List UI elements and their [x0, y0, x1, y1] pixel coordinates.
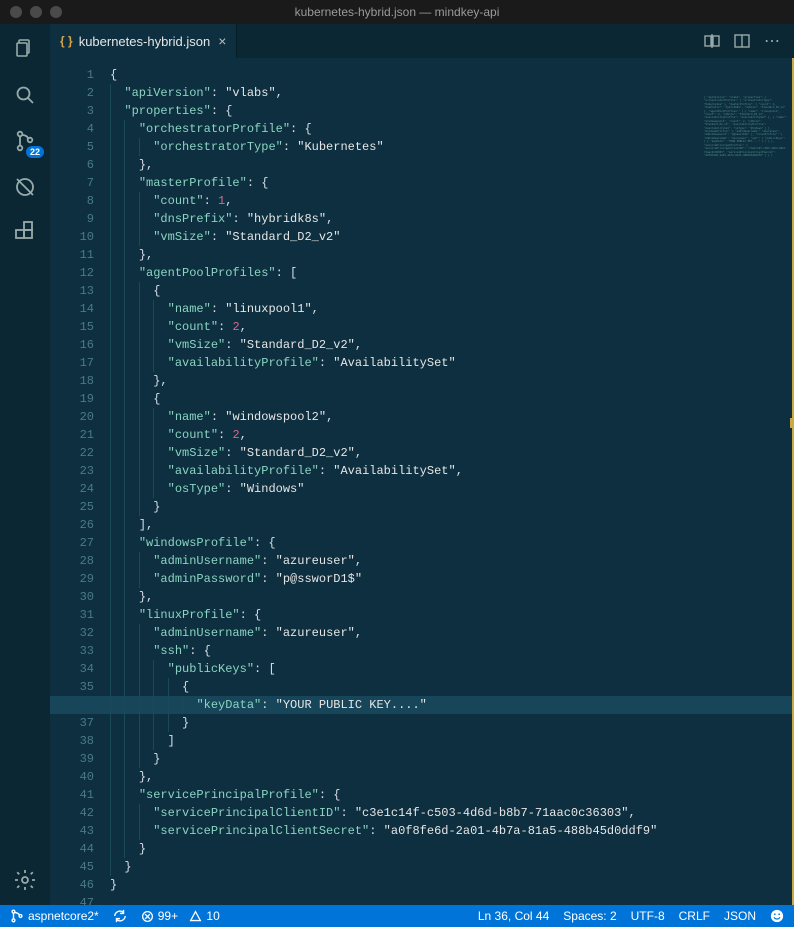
git-branch-item[interactable]: aspnetcore2*: [10, 909, 99, 923]
settings-gear-icon[interactable]: [12, 867, 38, 893]
editor-toolbar: ⋯: [704, 24, 794, 58]
source-control-icon[interactable]: 22: [12, 128, 38, 154]
editor-area: { } kubernetes-hybrid.json × ⋯ 123456789…: [50, 24, 794, 905]
problems-item[interactable]: 99+ 10: [141, 909, 220, 923]
scm-badge: 22: [26, 146, 44, 158]
debug-icon[interactable]: [12, 174, 38, 200]
tab-close-icon[interactable]: ×: [218, 33, 226, 49]
statusbar: aspnetcore2* 99+ 10 Ln 36, Col 44 Spaces…: [0, 905, 794, 927]
sync-icon[interactable]: [113, 909, 127, 923]
code-editor[interactable]: 1234567891011121314151617181920212223242…: [50, 58, 794, 905]
explorer-icon[interactable]: [12, 36, 38, 62]
window-controls: [10, 6, 62, 18]
feedback-icon[interactable]: [770, 909, 784, 923]
window-close-button[interactable]: [10, 6, 22, 18]
indentation[interactable]: Spaces: 2: [563, 909, 616, 923]
cursor-position[interactable]: Ln 36, Col 44: [478, 909, 549, 923]
language-mode[interactable]: JSON: [724, 909, 756, 923]
more-actions-icon[interactable]: ⋯: [764, 31, 780, 51]
window-minimize-button[interactable]: [30, 6, 42, 18]
window-zoom-button[interactable]: [50, 6, 62, 18]
json-file-icon: { }: [60, 34, 73, 48]
extensions-icon[interactable]: [12, 220, 38, 246]
tab-label: kubernetes-hybrid.json: [79, 34, 211, 49]
tab-kubernetes-hybrid[interactable]: { } kubernetes-hybrid.json ×: [50, 24, 237, 58]
warning-count: 10: [206, 909, 219, 923]
titlebar: kubernetes-hybrid.json — mindkey-api: [0, 0, 794, 24]
error-count: 99+: [158, 909, 178, 923]
window-title: kubernetes-hybrid.json — mindkey-api: [295, 5, 500, 19]
compare-changes-icon[interactable]: [704, 33, 720, 49]
activitybar: 22: [0, 24, 50, 905]
code-content[interactable]: { "apiVersion": "vlabs", "properties": {…: [110, 58, 794, 905]
search-icon[interactable]: [12, 82, 38, 108]
line-number-gutter: 1234567891011121314151617181920212223242…: [50, 58, 110, 905]
tabbar: { } kubernetes-hybrid.json × ⋯: [50, 24, 794, 58]
branch-name: aspnetcore2*: [28, 909, 99, 923]
eol[interactable]: CRLF: [679, 909, 710, 923]
split-editor-icon[interactable]: [734, 33, 750, 49]
encoding[interactable]: UTF-8: [631, 909, 665, 923]
